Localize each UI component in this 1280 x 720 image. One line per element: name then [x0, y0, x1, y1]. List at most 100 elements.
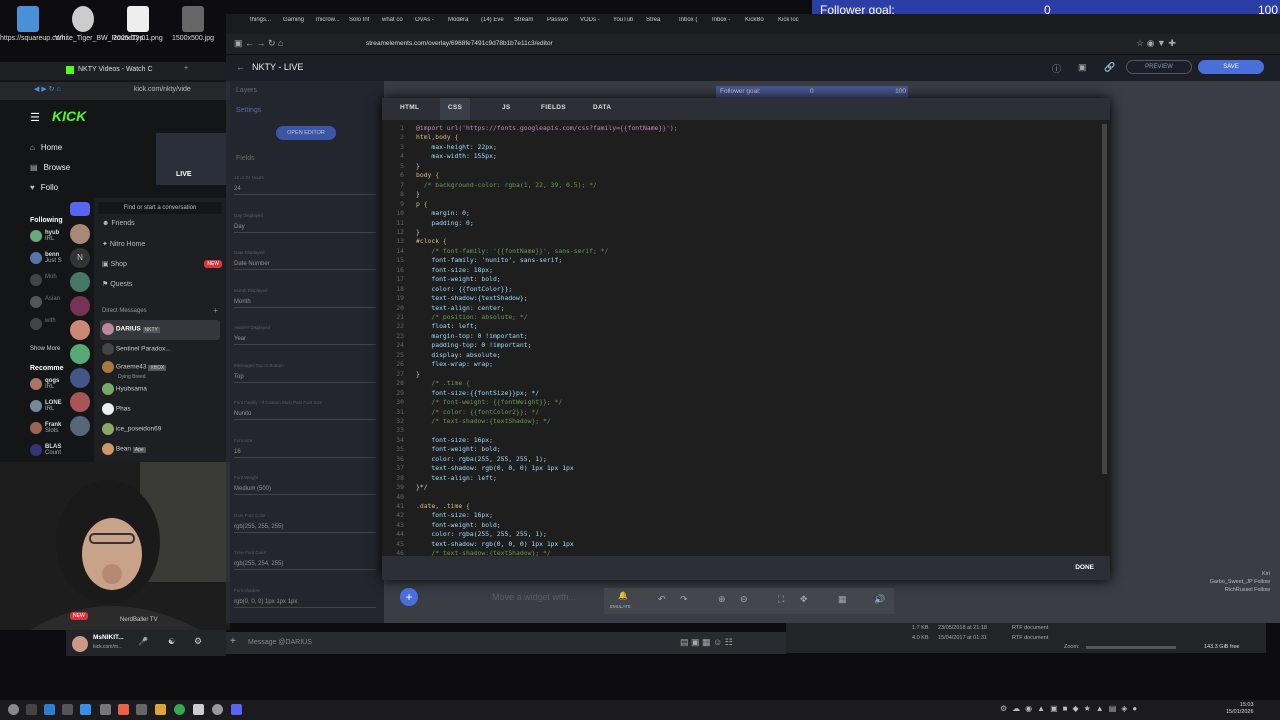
server-icon[interactable]	[70, 344, 90, 364]
image-icon[interactable]: ▣	[1078, 62, 1087, 73]
recommended-item[interactable]: qogs IRL	[30, 378, 66, 400]
taskbar-app-icon[interactable]	[155, 704, 166, 715]
taskbar-app-icon[interactable]	[44, 704, 55, 715]
fit-icon[interactable]: ✥	[800, 594, 808, 605]
message-toolbar-icons[interactable]: ▤ ▣ ▦ ☺ ☷	[680, 637, 733, 648]
field-value[interactable]: 16	[234, 449, 376, 458]
taskbar-app-icon[interactable]	[26, 704, 37, 715]
kick-video-thumbnail[interactable]: LIVE	[156, 133, 226, 185]
browser-url-text[interactable]: streamelements.com/overlay/6968fe7491c9d…	[366, 40, 553, 47]
headset-icon[interactable]: ☯	[168, 637, 175, 646]
field-row[interactable]: Messages Top or Bottom Top	[234, 363, 376, 401]
server-icon[interactable]	[70, 296, 90, 316]
bell-icon[interactable]: 🔔	[618, 591, 628, 600]
taskbar-app-icon[interactable]	[174, 704, 185, 715]
field-value[interactable]: Top	[234, 374, 376, 383]
desktop-icon[interactable]: https://squareup.com...	[0, 4, 71, 42]
kick-url-text[interactable]: kick.com/nkty/vide	[134, 86, 191, 93]
dm-item[interactable]: Phas	[100, 400, 220, 420]
following-item[interactable]: with	[30, 318, 66, 340]
browser-tab[interactable]: microw...	[316, 17, 348, 23]
field-value[interactable]: rgb(0, 0, 0) 1px 1px 1px	[234, 599, 376, 608]
taskbar-app-icon[interactable]	[136, 704, 147, 715]
taskbar-app-icon[interactable]	[80, 704, 91, 715]
kick-tab-title[interactable]: NKTY Videos - Watch C	[78, 66, 153, 73]
recommended-item[interactable]: Frank Slots	[30, 422, 66, 444]
attach-icon[interactable]: +	[230, 636, 236, 647]
browser-tab[interactable]: things...	[250, 17, 282, 23]
menu-shop[interactable]: ▣ Shop NEW	[102, 260, 222, 280]
server-icon[interactable]	[70, 392, 90, 412]
help-icon[interactable]: ⓘ	[1052, 62, 1061, 75]
dm-item[interactable]: Hyubsama	[100, 380, 220, 400]
browser-tab[interactable]: Gaming	[283, 17, 315, 23]
open-editor-button[interactable]: OPEN EDITOR	[276, 126, 336, 140]
browser-tab[interactable]: Solo Inf	[349, 17, 381, 23]
dm-item[interactable]: DARIUS NKTY	[100, 320, 220, 340]
discord-search[interactable]: Find or start a conversation	[98, 202, 222, 214]
save-button[interactable]: SAVE	[1198, 60, 1264, 74]
recommended-item[interactable]: LONE IRL	[30, 400, 66, 422]
browser-tab[interactable]: Inbox (	[679, 17, 711, 23]
zoom-in-icon[interactable]: ⊕	[718, 594, 726, 605]
tab-html[interactable]: HTML	[400, 104, 419, 111]
browser-tab[interactable]: Inbox -	[712, 17, 744, 23]
nav-following[interactable]: ♥ Follo	[30, 183, 70, 203]
discord-message-input[interactable]: + Message @DARIUS ▤ ▣ ▦ ☺ ☷	[226, 632, 786, 654]
server-icon[interactable]: N	[70, 248, 90, 268]
field-row[interactable]: Year/Hr Displayed Year	[234, 325, 376, 363]
field-value[interactable]: Date Number	[234, 261, 376, 270]
following-item[interactable]: benn Just S	[30, 252, 66, 274]
tab-data[interactable]: DATA	[593, 104, 611, 111]
following-item[interactable]: hyub IRL	[30, 230, 66, 252]
kick-nav-icons[interactable]: ◀ ▶ ↻ ⌂	[34, 85, 61, 93]
browser-tab[interactable]: VODs -	[580, 17, 612, 23]
add-widget-button[interactable]: +	[400, 588, 418, 606]
kick-menu-icon[interactable]: ☰	[30, 108, 40, 126]
add-dm-icon[interactable]: +	[213, 306, 218, 315]
desktop-icon[interactable]: 2025-12-01.png	[110, 4, 166, 42]
browser-tab[interactable]: YouTub	[613, 17, 645, 23]
taskbar-app-icon[interactable]	[193, 704, 204, 715]
nav-home[interactable]: ⌂ Home	[30, 143, 70, 163]
grid-icon[interactable]: ▦	[838, 594, 847, 605]
desktop-icon[interactable]: 1500x500.jpg	[165, 4, 221, 42]
system-tray-icons[interactable]: ⚙☁◉▲▣■◆★▲▤◈●	[1000, 704, 1142, 713]
browser-tab[interactable]: Stream	[514, 17, 546, 23]
taskbar-app-icon[interactable]	[231, 704, 242, 715]
field-row[interactable]: Font Family - If Custom Must Post Font S…	[234, 400, 376, 438]
dm-item[interactable]: Sentinel Paradox...	[100, 340, 220, 360]
back-arrow-icon[interactable]: ←	[236, 62, 245, 72]
field-row[interactable]: Date Displayed Date Number	[234, 250, 376, 288]
taskbar-app-icon[interactable]	[62, 704, 73, 715]
gear-icon[interactable]: ⚙	[194, 636, 202, 647]
field-row[interactable]: Month Displayed Month	[234, 288, 376, 326]
field-value[interactable]: rgb(255, 254, 255)	[234, 561, 376, 570]
field-row[interactable]: 12 or 24 Hours 24	[234, 175, 376, 213]
taskbar-app-icon[interactable]	[118, 704, 129, 715]
dm-item[interactable]: Bean Ape	[100, 440, 220, 460]
browser-tab[interactable]: (14) Eve	[481, 17, 513, 23]
taskbar-app-icon[interactable]	[212, 704, 223, 715]
field-row[interactable]: Font shadow rgb(0, 0, 0) 1px 1px 1px	[234, 588, 376, 626]
field-row[interactable]: Font Weight Medium (500)	[234, 475, 376, 513]
user-avatar[interactable]	[72, 636, 88, 652]
undo-icon[interactable]: ↶	[658, 594, 666, 605]
done-button[interactable]: DONE	[1075, 564, 1094, 571]
zoom-out-icon[interactable]: ⊖	[740, 594, 748, 605]
server-icon[interactable]	[70, 272, 90, 292]
browser-nav-icons[interactable]: ▣ ← → ↻ ⌂	[234, 38, 283, 49]
show-more-link[interactable]: Show More	[30, 346, 60, 352]
server-icon[interactable]	[70, 224, 90, 244]
editor-scrollbar[interactable]	[1102, 124, 1107, 474]
browser-tab[interactable]: OVAs -	[415, 17, 447, 23]
browser-tab[interactable]: KickBo	[745, 17, 777, 23]
field-value[interactable]: Day	[234, 224, 376, 233]
server-icon[interactable]	[70, 416, 90, 436]
browser-tab[interactable]: Modera	[448, 17, 480, 23]
redo-icon[interactable]: ↷	[680, 594, 688, 605]
server-icon[interactable]	[70, 320, 90, 340]
tab-js[interactable]: JS	[502, 104, 511, 111]
field-value[interactable]: Medium (500)	[234, 486, 376, 495]
desktop-icon[interactable]: White_Tiger_BW_RoundTyp...	[55, 4, 149, 42]
